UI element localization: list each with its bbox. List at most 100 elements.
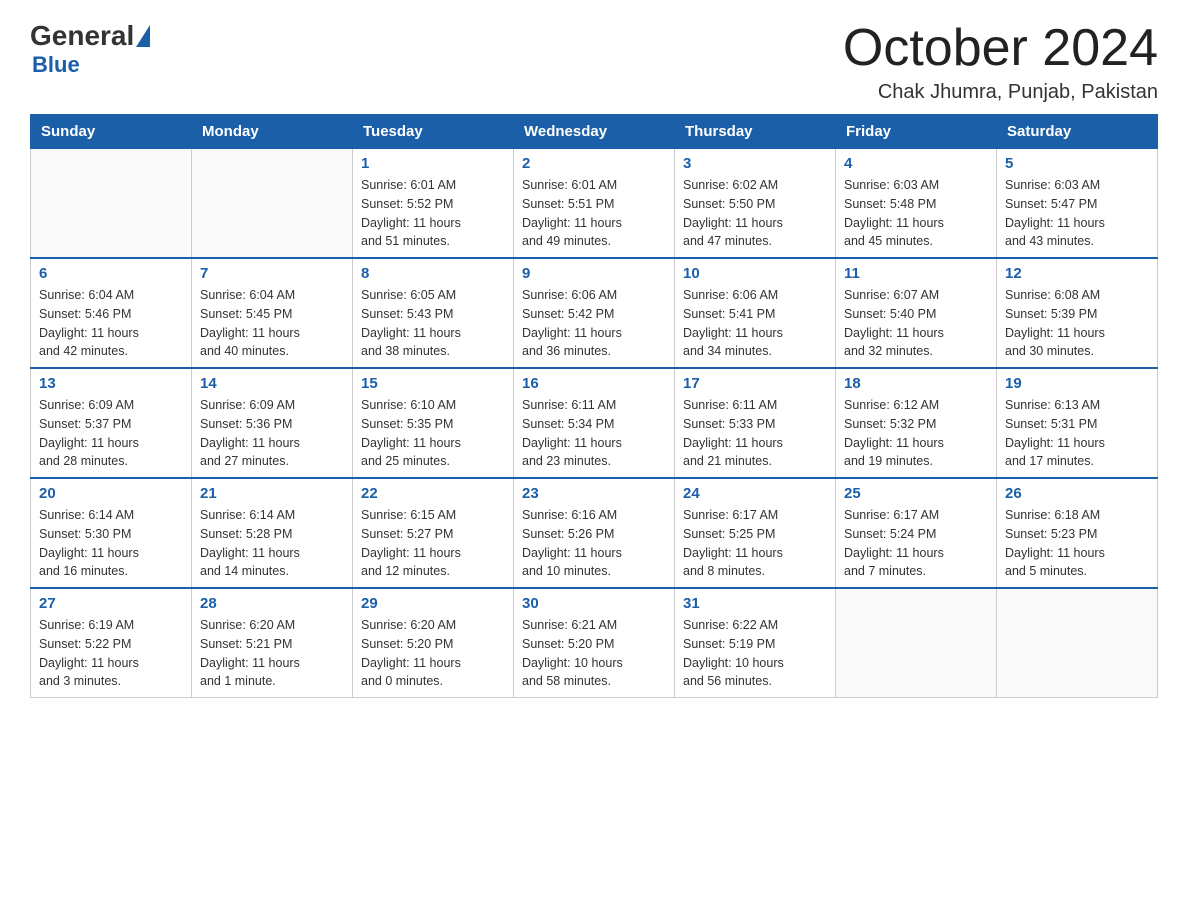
day-info: Sunrise: 6:17 AM Sunset: 5:24 PM Dayligh… <box>844 506 988 581</box>
day-info: Sunrise: 6:07 AM Sunset: 5:40 PM Dayligh… <box>844 286 988 361</box>
day-info: Sunrise: 6:10 AM Sunset: 5:35 PM Dayligh… <box>361 396 505 471</box>
day-number: 7 <box>200 265 344 282</box>
logo-triangle-icon <box>136 25 150 47</box>
calendar-cell: 15 Sunrise: 6:10 AM Sunset: 5:35 PM Dayli… <box>353 368 514 478</box>
day-info: Sunrise: 6:09 AM Sunset: 5:36 PM Dayligh… <box>200 396 344 471</box>
day-number: 4 <box>844 155 988 172</box>
day-info: Sunrise: 6:11 AM Sunset: 5:34 PM Dayligh… <box>522 396 666 471</box>
day-info: Sunrise: 6:14 AM Sunset: 5:30 PM Dayligh… <box>39 506 183 581</box>
day-number: 28 <box>200 595 344 612</box>
day-info: Sunrise: 6:03 AM Sunset: 5:47 PM Dayligh… <box>1005 176 1149 251</box>
calendar-cell: 2 Sunrise: 6:01 AM Sunset: 5:51 PM Daylig… <box>514 149 675 259</box>
day-number: 30 <box>522 595 666 612</box>
day-number: 24 <box>683 485 827 502</box>
day-number: 23 <box>522 485 666 502</box>
calendar-cell: 14Sunrise: 6:09 AM Sunset: 5:36 PM Dayli… <box>192 368 353 478</box>
day-info: Sunrise: 6:21 AM Sunset: 5:20 PM Dayligh… <box>522 616 666 691</box>
calendar-cell: 18 Sunrise: 6:12 AM Sunset: 5:32 PM Dayli… <box>836 368 997 478</box>
calendar-cell: 12Sunrise: 6:08 AM Sunset: 5:39 PM Dayli… <box>997 258 1158 368</box>
calendar-cell <box>997 588 1158 698</box>
calendar-header-row: SundayMondayTuesdayWednesdayThursdayFrid… <box>31 115 1158 149</box>
day-info: Sunrise: 6:01 AM Sunset: 5:51 PM Dayligh… <box>522 176 666 251</box>
week-row-3: 13 Sunrise: 6:09 AM Sunset: 5:37 PM Dayli… <box>31 368 1158 478</box>
day-info: Sunrise: 6:15 AM Sunset: 5:27 PM Dayligh… <box>361 506 505 581</box>
day-number: 16 <box>522 375 666 392</box>
calendar-cell <box>31 149 192 259</box>
calendar-cell: 26 Sunrise: 6:18 AM Sunset: 5:23 PM Dayli… <box>997 478 1158 588</box>
logo-blue-part <box>134 25 150 47</box>
month-title: October 2024 <box>843 20 1158 77</box>
week-row-5: 27 Sunrise: 6:19 AM Sunset: 5:22 PM Dayli… <box>31 588 1158 698</box>
day-number: 20 <box>39 485 183 502</box>
weekday-header-friday: Friday <box>836 115 997 149</box>
day-info: Sunrise: 6:12 AM Sunset: 5:32 PM Dayligh… <box>844 396 988 471</box>
calendar-cell: 7Sunrise: 6:04 AM Sunset: 5:45 PM Daylig… <box>192 258 353 368</box>
day-number: 26 <box>1005 485 1149 502</box>
weekday-header-sunday: Sunday <box>31 115 192 149</box>
day-info: Sunrise: 6:11 AM Sunset: 5:33 PM Dayligh… <box>683 396 827 471</box>
location-title: Chak Jhumra, Punjab, Pakistan <box>843 81 1158 104</box>
day-info: Sunrise: 6:16 AM Sunset: 5:26 PM Dayligh… <box>522 506 666 581</box>
day-number: 9 <box>522 265 666 282</box>
day-number: 18 <box>844 375 988 392</box>
day-number: 1 <box>361 155 505 172</box>
weekday-header-wednesday: Wednesday <box>514 115 675 149</box>
page-header: General Blue October 2024 Chak Jhumra, P… <box>30 20 1158 104</box>
day-info: Sunrise: 6:03 AM Sunset: 5:48 PM Dayligh… <box>844 176 988 251</box>
calendar-cell: 9 Sunrise: 6:06 AM Sunset: 5:42 PM Daylig… <box>514 258 675 368</box>
day-number: 19 <box>1005 375 1149 392</box>
day-info: Sunrise: 6:14 AM Sunset: 5:28 PM Dayligh… <box>200 506 344 581</box>
day-number: 27 <box>39 595 183 612</box>
calendar-cell: 23 Sunrise: 6:16 AM Sunset: 5:26 PM Dayli… <box>514 478 675 588</box>
day-number: 21 <box>200 485 344 502</box>
week-row-2: 6 Sunrise: 6:04 AM Sunset: 5:46 PM Daylig… <box>31 258 1158 368</box>
day-info: Sunrise: 6:02 AM Sunset: 5:50 PM Dayligh… <box>683 176 827 251</box>
day-info: Sunrise: 6:06 AM Sunset: 5:42 PM Dayligh… <box>522 286 666 361</box>
calendar-cell: 20 Sunrise: 6:14 AM Sunset: 5:30 PM Dayli… <box>31 478 192 588</box>
day-number: 13 <box>39 375 183 392</box>
calendar-cell: 28Sunrise: 6:20 AM Sunset: 5:21 PM Dayli… <box>192 588 353 698</box>
calendar-cell: 5 Sunrise: 6:03 AM Sunset: 5:47 PM Daylig… <box>997 149 1158 259</box>
day-number: 11 <box>844 265 988 282</box>
calendar-cell: 30 Sunrise: 6:21 AM Sunset: 5:20 PM Dayli… <box>514 588 675 698</box>
day-info: Sunrise: 6:05 AM Sunset: 5:43 PM Dayligh… <box>361 286 505 361</box>
day-number: 31 <box>683 595 827 612</box>
calendar-cell: 8 Sunrise: 6:05 AM Sunset: 5:43 PM Daylig… <box>353 258 514 368</box>
calendar-cell: 19Sunrise: 6:13 AM Sunset: 5:31 PM Dayli… <box>997 368 1158 478</box>
calendar-cell: 22Sunrise: 6:15 AM Sunset: 5:27 PM Dayli… <box>353 478 514 588</box>
calendar-cell: 11 Sunrise: 6:07 AM Sunset: 5:40 PM Dayli… <box>836 258 997 368</box>
day-info: Sunrise: 6:06 AM Sunset: 5:41 PM Dayligh… <box>683 286 827 361</box>
day-info: Sunrise: 6:19 AM Sunset: 5:22 PM Dayligh… <box>39 616 183 691</box>
logo: General Blue <box>30 20 150 78</box>
day-number: 15 <box>361 375 505 392</box>
weekday-header-tuesday: Tuesday <box>353 115 514 149</box>
calendar-cell: 31 Sunrise: 6:22 AM Sunset: 5:19 PM Dayli… <box>675 588 836 698</box>
calendar-cell <box>192 149 353 259</box>
calendar-cell: 10Sunrise: 6:06 AM Sunset: 5:41 PM Dayli… <box>675 258 836 368</box>
calendar-cell: 3 Sunrise: 6:02 AM Sunset: 5:50 PM Daylig… <box>675 149 836 259</box>
calendar-cell: 29 Sunrise: 6:20 AM Sunset: 5:20 PM Dayli… <box>353 588 514 698</box>
day-info: Sunrise: 6:04 AM Sunset: 5:46 PM Dayligh… <box>39 286 183 361</box>
day-number: 29 <box>361 595 505 612</box>
day-number: 8 <box>361 265 505 282</box>
calendar-table: SundayMondayTuesdayWednesdayThursdayFrid… <box>30 114 1158 698</box>
day-info: Sunrise: 6:08 AM Sunset: 5:39 PM Dayligh… <box>1005 286 1149 361</box>
calendar-cell: 6 Sunrise: 6:04 AM Sunset: 5:46 PM Daylig… <box>31 258 192 368</box>
day-number: 5 <box>1005 155 1149 172</box>
calendar-cell: 25Sunrise: 6:17 AM Sunset: 5:24 PM Dayli… <box>836 478 997 588</box>
calendar-cell: 24 Sunrise: 6:17 AM Sunset: 5:25 PM Dayli… <box>675 478 836 588</box>
day-number: 2 <box>522 155 666 172</box>
calendar-cell: 21 Sunrise: 6:14 AM Sunset: 5:28 PM Dayli… <box>192 478 353 588</box>
week-row-4: 20 Sunrise: 6:14 AM Sunset: 5:30 PM Dayli… <box>31 478 1158 588</box>
weekday-header-thursday: Thursday <box>675 115 836 149</box>
day-info: Sunrise: 6:01 AM Sunset: 5:52 PM Dayligh… <box>361 176 505 251</box>
day-info: Sunrise: 6:20 AM Sunset: 5:20 PM Dayligh… <box>361 616 505 691</box>
day-info: Sunrise: 6:09 AM Sunset: 5:37 PM Dayligh… <box>39 396 183 471</box>
day-number: 17 <box>683 375 827 392</box>
day-number: 6 <box>39 265 183 282</box>
day-info: Sunrise: 6:17 AM Sunset: 5:25 PM Dayligh… <box>683 506 827 581</box>
day-info: Sunrise: 6:18 AM Sunset: 5:23 PM Dayligh… <box>1005 506 1149 581</box>
day-info: Sunrise: 6:22 AM Sunset: 5:19 PM Dayligh… <box>683 616 827 691</box>
day-number: 3 <box>683 155 827 172</box>
calendar-cell: 1 Sunrise: 6:01 AM Sunset: 5:52 PM Daylig… <box>353 149 514 259</box>
